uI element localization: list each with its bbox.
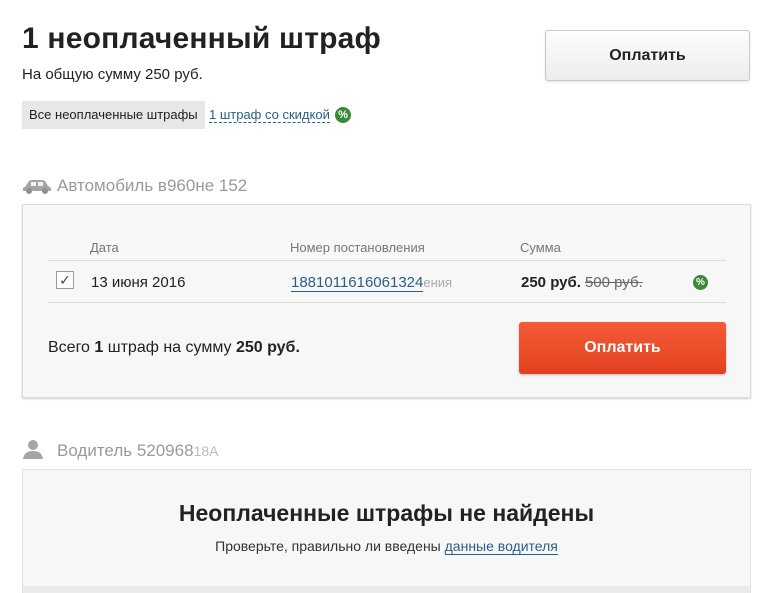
card-footer: [23, 586, 750, 593]
discount-icon: %: [335, 107, 351, 123]
pay-all-button[interactable]: Оплатить: [545, 30, 750, 81]
filter-all-unpaid[interactable]: Все неоплаченные штрафы: [22, 101, 205, 129]
total-line: Всего 1 штраф на сумму 250 руб.: [48, 339, 300, 357]
fine-date: 13 июня 2016: [91, 274, 186, 291]
total-middle: штраф на сумму: [103, 339, 236, 356]
fine-amount: 250 руб.: [521, 274, 581, 291]
empty-text: Проверьте, правильно ли введены данные в…: [215, 538, 558, 555]
empty-title: Неоплаченные штрафы не найдены: [178, 500, 595, 526]
table-header: Дата Номер постановления Сумма: [48, 233, 726, 261]
col-resolution: Номер постановления: [290, 240, 425, 255]
resolution-link[interactable]: 1881011616061324: [291, 274, 424, 292]
driver-fines-card: Неоплаченные штрафы не найдены Проверьте…: [22, 469, 751, 593]
resolution-tail: ения: [423, 275, 453, 290]
resolution-cell: 1881011616061324ения: [291, 274, 453, 292]
table-row: ✓ 13 июня 2016 1881011616061324ения 250 …: [48, 261, 726, 303]
total-prefix: Всего: [48, 339, 95, 356]
col-date: Дата: [90, 240, 119, 255]
total-summary: На общую сумму 250 руб.: [22, 66, 203, 83]
pay-button[interactable]: Оплатить: [519, 322, 726, 374]
amount-cell: 250 руб. 500 руб.: [521, 274, 643, 291]
old-amount: 500 руб.: [584, 274, 643, 291]
col-amount: Сумма: [520, 240, 561, 255]
fine-checkbox[interactable]: ✓: [56, 271, 74, 289]
filter-discount-link[interactable]: 1 штраф со скидкой: [209, 107, 330, 123]
person-icon: [23, 440, 43, 459]
driver-title: Водитель 52096818А: [57, 441, 219, 460]
car-icon: [23, 180, 51, 194]
driver-data-link[interactable]: данные водителя: [444, 538, 558, 555]
page-title: 1 неоплаченный штраф: [22, 22, 381, 55]
total-count: 1: [94, 339, 104, 356]
discount-icon: %: [693, 275, 708, 290]
car-title: Автомобиль в960не 152: [57, 176, 248, 195]
total-sum: 250 руб.: [235, 339, 300, 356]
car-fines-card: Дата Номер постановления Сумма ✓ 13 июня…: [22, 204, 751, 398]
